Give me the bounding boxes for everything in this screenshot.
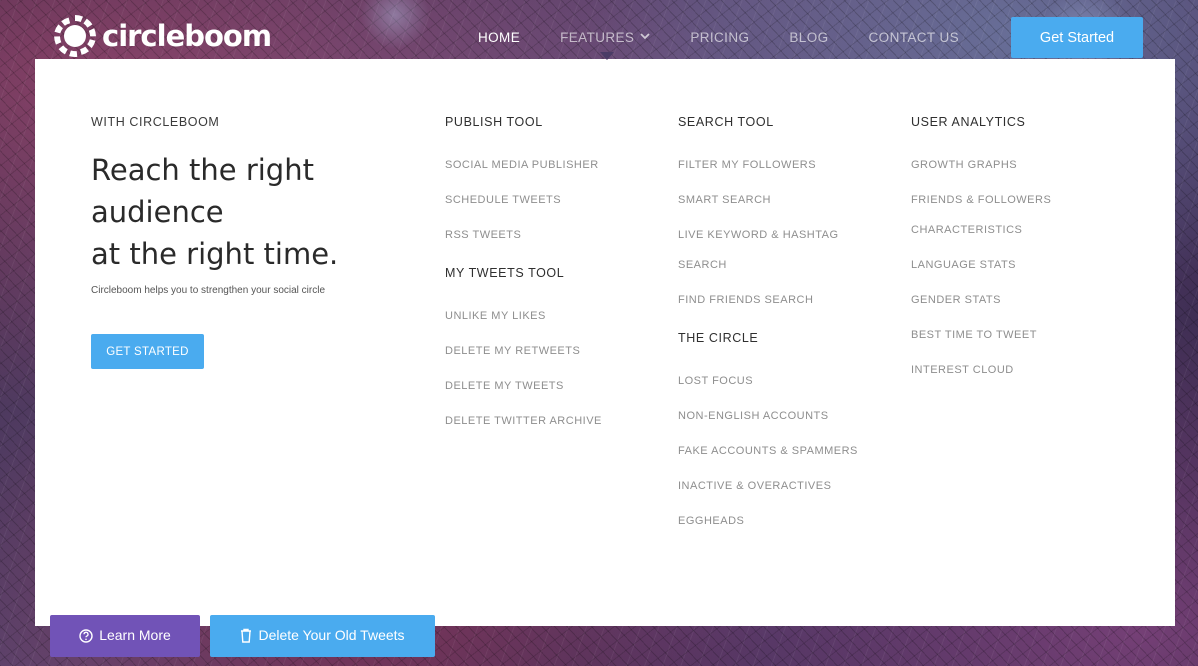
menu-heading: PUBLISH TOOL bbox=[445, 115, 543, 129]
delete-old-tweets-label: Delete Your Old Tweets bbox=[258, 627, 405, 643]
menu-heading: THE CIRCLE bbox=[678, 331, 759, 345]
menu-heading: SEARCH TOOL bbox=[678, 115, 774, 129]
menu-link-inactive-overactives[interactable]: INACTIVE & OVERACTIVES bbox=[678, 466, 858, 501]
mega-menu-intro: WITH CIRCLEBOOM Reach the right audience… bbox=[91, 115, 391, 369]
learn-more-label: Learn More bbox=[99, 627, 171, 643]
menu-column-search: SEARCH TOOL FILTER MY FOLLOWERS SMART SE… bbox=[678, 115, 858, 536]
intro-subtitle: Circleboom helps you to strengthen your … bbox=[91, 285, 325, 296]
intro-kicker: WITH CIRCLEBOOM bbox=[91, 115, 220, 129]
learn-more-button[interactable]: Learn More bbox=[50, 615, 200, 657]
brand-name: circleboom bbox=[102, 19, 272, 53]
nav-item-label: CONTACT US bbox=[868, 29, 960, 45]
menu-link-unlike-my-likes[interactable]: UNLIKE MY LIKES bbox=[445, 296, 645, 331]
menu-link-eggheads[interactable]: EGGHEADS bbox=[678, 501, 858, 536]
nav-item-label: FEATURES bbox=[560, 29, 635, 45]
question-circle-icon bbox=[79, 629, 93, 643]
menu-link-schedule-tweets[interactable]: SCHEDULE TWEETS bbox=[445, 180, 645, 215]
menu-link-live-keyword-hashtag-search[interactable]: LIVE KEYWORD & HASHTAG SEARCH bbox=[678, 215, 858, 280]
circleboom-logo-icon bbox=[54, 15, 96, 58]
menu-link-best-time-to-tweet[interactable]: BEST TIME TO TWEET bbox=[911, 315, 1071, 350]
menu-link-smart-search[interactable]: SMART SEARCH bbox=[678, 180, 858, 215]
brand-logo[interactable]: circleboom bbox=[52, 13, 272, 59]
menu-group-publish-tool: PUBLISH TOOL SOCIAL MEDIA PUBLISHER SCHE… bbox=[445, 115, 645, 250]
trash-icon bbox=[241, 628, 252, 643]
menu-group-the-circle: THE CIRCLE LOST FOCUS NON-ENGLISH ACCOUN… bbox=[678, 331, 858, 536]
menu-link-social-media-publisher[interactable]: SOCIAL MEDIA PUBLISHER bbox=[445, 145, 645, 180]
menu-link-interest-cloud[interactable]: INTEREST CLOUD bbox=[911, 350, 1071, 385]
features-mega-menu: WITH CIRCLEBOOM Reach the right audience… bbox=[35, 59, 1175, 626]
menu-link-lost-focus[interactable]: LOST FOCUS bbox=[678, 361, 858, 396]
delete-old-tweets-button[interactable]: Delete Your Old Tweets bbox=[210, 615, 435, 657]
get-started-button[interactable]: Get Started bbox=[1011, 17, 1143, 58]
nav-item-home[interactable]: HOME bbox=[478, 30, 520, 45]
menu-link-friends-followers-characteristics[interactable]: FRIENDS & FOLLOWERS CHARACTERISTICS bbox=[911, 180, 1071, 245]
menu-link-filter-my-followers[interactable]: FILTER MY FOLLOWERS bbox=[678, 145, 858, 180]
menu-link-non-english-accounts[interactable]: NON-ENGLISH ACCOUNTS bbox=[678, 396, 858, 431]
chevron-down-icon bbox=[640, 32, 650, 39]
nav-item-pricing[interactable]: PRICING bbox=[690, 30, 749, 45]
menu-link-rss-tweets[interactable]: RSS TWEETS bbox=[445, 215, 645, 250]
menu-link-delete-twitter-archive[interactable]: DELETE TWITTER ARCHIVE bbox=[445, 401, 645, 436]
menu-link-growth-graphs[interactable]: GROWTH GRAPHS bbox=[911, 145, 1071, 180]
menu-heading: MY TWEETS TOOL bbox=[445, 266, 565, 280]
menu-link-find-friends-search[interactable]: FIND FRIENDS SEARCH bbox=[678, 280, 858, 315]
menu-group-user-analytics: USER ANALYTICS GROWTH GRAPHS FRIENDS & F… bbox=[911, 115, 1071, 385]
nav-item-blog[interactable]: BLOG bbox=[789, 30, 828, 45]
menu-group-my-tweets-tool: MY TWEETS TOOL UNLIKE MY LIKES DELETE MY… bbox=[445, 266, 645, 436]
menu-group-search-tool: SEARCH TOOL FILTER MY FOLLOWERS SMART SE… bbox=[678, 115, 858, 315]
nav-item-features[interactable]: FEATURES bbox=[560, 30, 650, 45]
intro-get-started-button[interactable]: GET STARTED bbox=[91, 334, 204, 369]
menu-link-fake-accounts-spammers[interactable]: FAKE ACCOUNTS & SPAMMERS bbox=[678, 431, 858, 466]
menu-link-delete-my-tweets[interactable]: DELETE MY TWEETS bbox=[445, 366, 645, 401]
dropdown-caret bbox=[600, 52, 614, 60]
intro-title: Reach the right audience at the right ti… bbox=[91, 153, 339, 271]
menu-column-tools: PUBLISH TOOL SOCIAL MEDIA PUBLISHER SCHE… bbox=[445, 115, 645, 436]
menu-link-language-stats[interactable]: LANGUAGE STATS bbox=[911, 245, 1071, 280]
nav-item-contact-us[interactable]: CONTACT US bbox=[869, 30, 960, 45]
menu-column-analytics: USER ANALYTICS GROWTH GRAPHS FRIENDS & F… bbox=[911, 115, 1071, 385]
nav-item-label: PRICING bbox=[690, 29, 750, 45]
background-bokeh bbox=[360, 0, 430, 50]
nav-item-label: HOME bbox=[478, 29, 521, 45]
nav-item-label: BLOG bbox=[789, 29, 829, 45]
menu-heading: USER ANALYTICS bbox=[911, 115, 1026, 129]
menu-link-gender-stats[interactable]: GENDER STATS bbox=[911, 280, 1071, 315]
menu-link-delete-my-retweets[interactable]: DELETE MY RETWEETS bbox=[445, 331, 645, 366]
